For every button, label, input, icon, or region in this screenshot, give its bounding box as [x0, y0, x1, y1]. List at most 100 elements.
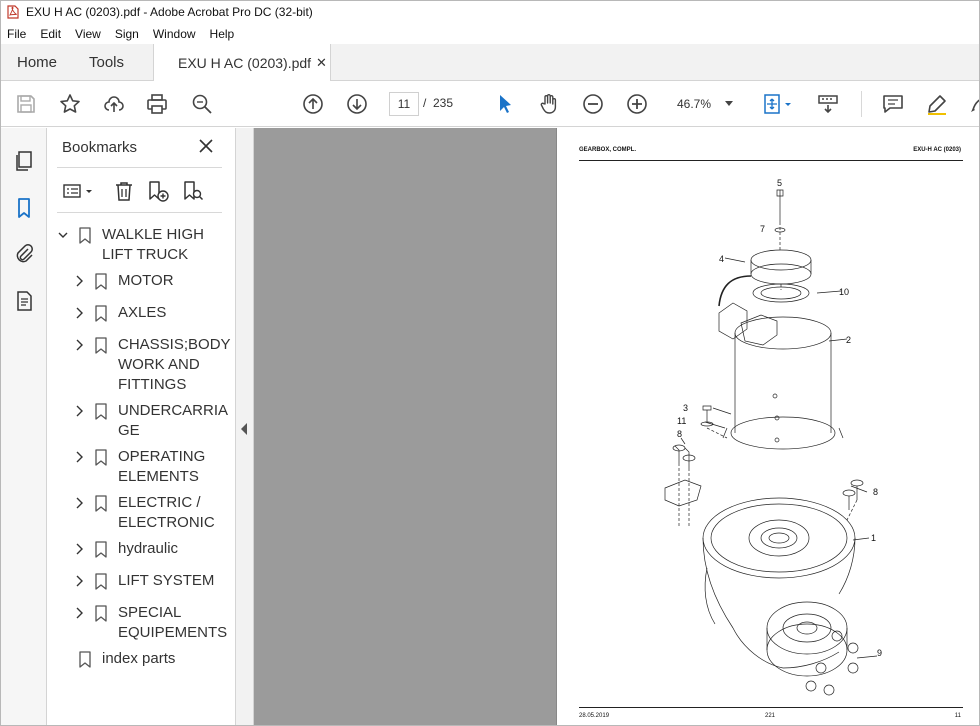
menu-edit[interactable]: Edit [33, 27, 68, 41]
tab-close-icon[interactable]: ✕ [316, 55, 327, 71]
chevron-right-icon[interactable] [74, 275, 84, 287]
acrobat-window: EXU H AC (0203).pdf - Adobe Acrobat Pro … [0, 0, 980, 726]
draw-tool-icon[interactable] [967, 92, 979, 116]
bookmark-label: LIFT SYSTEM [118, 572, 215, 589]
chevron-right-icon[interactable] [74, 543, 84, 555]
zoom-level-dropdown[interactable]: 46.7% [667, 92, 741, 116]
highlight-pen-icon[interactable] [925, 92, 949, 116]
cloud-upload-icon[interactable] [102, 92, 126, 116]
bookmark-icon [95, 337, 107, 354]
prev-page-icon[interactable] [301, 92, 325, 116]
scroll-mode-icon[interactable] [816, 92, 840, 116]
bookmark-icon [95, 605, 107, 622]
bookmark-item[interactable]: CHASSIS;BODY WORK AND FITTINGS [47, 335, 235, 395]
bookmark-icon [95, 449, 107, 466]
delete-bookmark-icon[interactable] [112, 179, 136, 203]
bookmark-item[interactable]: SPECIAL EQUIPEMENTS [47, 603, 235, 643]
callout-label: 3 [683, 403, 688, 413]
callout-label: 8 [873, 487, 878, 497]
bookmark-icon [95, 541, 107, 558]
chevron-down-icon[interactable] [58, 229, 68, 241]
panel-divider [57, 212, 222, 213]
title-bar: EXU H AC (0203).pdf - Adobe Acrobat Pro … [1, 1, 979, 23]
callout-label: 4 [719, 254, 724, 264]
chevron-right-icon[interactable] [74, 575, 84, 587]
zoom-level-value: 46.7% [677, 97, 712, 111]
chevron-right-icon[interactable] [74, 307, 84, 319]
zoom-in-icon[interactable] [625, 92, 649, 116]
menu-file[interactable]: File [1, 27, 33, 41]
close-icon[interactable] [197, 137, 215, 155]
bookmark-label: index parts [102, 650, 176, 667]
fit-page-icon[interactable] [761, 92, 795, 116]
zoom-out-icon[interactable] [581, 92, 605, 116]
callout-label: 2 [846, 335, 851, 345]
print-icon[interactable] [145, 92, 169, 116]
bookmark-icon [95, 273, 107, 290]
bookmark-label: CHASSIS;BODY WORK AND FITTINGS [118, 336, 231, 393]
bookmark-label: hydraulic [118, 540, 179, 557]
bookmark-search-icon[interactable] [181, 179, 205, 203]
callout-label: 11 [677, 416, 686, 426]
page-footer-date: 28.05.2019 [579, 713, 610, 719]
bookmark-item[interactable]: index parts [47, 649, 235, 669]
tab-document-label: EXU H AC (0203).pdf [178, 55, 312, 71]
collapse-panel-icon[interactable] [241, 423, 247, 435]
bookmark-item[interactable]: WALKLE HIGH LIFT TRUCK [47, 225, 235, 265]
bookmark-icon [79, 227, 91, 244]
zoom-search-icon[interactable] [190, 92, 214, 116]
main-toolbar: 11 / 235 46.7% [1, 81, 979, 127]
save-icon[interactable] [14, 92, 38, 116]
bookmark-item[interactable]: UNDERCARRIAGE [47, 401, 235, 441]
bookmark-item[interactable]: LIFT SYSTEM [47, 571, 235, 591]
chevron-right-icon[interactable] [74, 607, 84, 619]
page-number-input[interactable]: 11 [389, 92, 419, 116]
next-page-icon[interactable] [345, 92, 369, 116]
bookmark-label: AXLES [118, 304, 167, 321]
toolbar-divider [861, 91, 862, 117]
bookmark-label: UNDERCARRIAGE [118, 402, 229, 439]
panel-splitter[interactable] [235, 128, 254, 725]
chevron-right-icon[interactable] [74, 339, 84, 351]
bookmark-item[interactable]: AXLES [47, 303, 235, 323]
select-cursor-icon[interactable] [493, 92, 517, 116]
callout-label: 10 [839, 287, 849, 297]
tab-home[interactable]: Home [17, 54, 57, 71]
callout-label: 5 [777, 178, 782, 188]
bookmark-icon [79, 651, 91, 668]
menu-window[interactable]: Window [146, 27, 203, 41]
star-icon[interactable] [58, 92, 82, 116]
bookmark-item[interactable]: hydraulic [47, 539, 235, 559]
pdf-page: GEARBOX, COMPL. EXU-H AC (0203) 5 7 4 10… [556, 128, 979, 725]
menu-help[interactable]: Help [203, 27, 242, 41]
tab-document[interactable]: EXU H AC (0203).pdf ✕ [153, 44, 331, 82]
bookmark-label: WALKLE HIGH LIFT TRUCK [102, 226, 204, 263]
menu-sign[interactable]: Sign [108, 27, 146, 41]
footer-rule [579, 707, 963, 708]
callout-label: 9 [877, 648, 882, 658]
bookmark-item[interactable]: ELECTRIC / ELECTRONIC [47, 493, 235, 533]
callout-label: 7 [760, 224, 765, 234]
tab-tools[interactable]: Tools [89, 54, 124, 71]
chevron-right-icon[interactable] [74, 405, 84, 417]
bookmark-icon [95, 403, 107, 420]
bookmark-item[interactable]: MOTOR [47, 271, 235, 291]
bookmark-label: MOTOR [118, 272, 174, 289]
menu-bar: File Edit View Sign Window Help [1, 23, 979, 44]
bookmark-item[interactable]: OPERATING ELEMENTS [47, 447, 235, 487]
bookmarks-panel: Bookmarks WALKLE HIGH LIFT TRUCK MOTOR A… [47, 128, 235, 725]
bookmark-options-icon[interactable] [61, 179, 97, 203]
document-properties-icon[interactable] [12, 289, 36, 313]
bookmark-panel-icon[interactable] [12, 196, 36, 220]
page-thumbnails-icon[interactable] [12, 149, 36, 173]
attachment-icon[interactable] [12, 242, 36, 266]
callout-label: 1 [871, 533, 876, 543]
chevron-right-icon[interactable] [74, 497, 84, 509]
chevron-right-icon[interactable] [74, 451, 84, 463]
add-bookmark-icon[interactable] [146, 179, 170, 203]
menu-view[interactable]: View [68, 27, 108, 41]
panel-divider [57, 167, 222, 168]
comment-icon[interactable] [881, 92, 905, 116]
tab-bar: Home Tools EXU H AC (0203).pdf ✕ [1, 44, 979, 82]
hand-tool-icon[interactable] [537, 92, 561, 116]
